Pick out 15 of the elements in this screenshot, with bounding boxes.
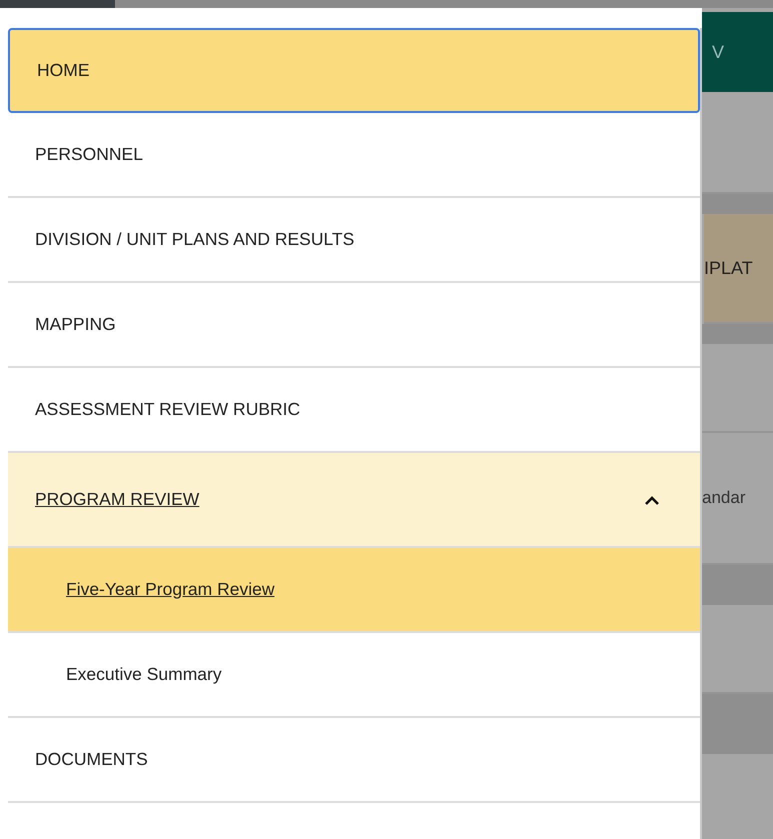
- menu-item[interactable]: HOME: [8, 28, 700, 113]
- menu-item[interactable]: PERSONNEL: [8, 113, 700, 198]
- menu-item[interactable]: DOCUMENTS: [8, 718, 700, 803]
- menu-item[interactable]: MAPPING: [8, 283, 700, 368]
- background-band: [702, 194, 773, 214]
- template-text: IPLAT: [704, 214, 773, 324]
- background-band: [702, 565, 773, 605]
- menu-item[interactable]: DIVISION / UNIT PLANS AND RESULTS: [8, 198, 700, 283]
- chevron-up-icon[interactable]: [644, 494, 660, 506]
- background-band: [702, 694, 773, 754]
- menu-item[interactable]: PROGRAM REVIEW: [8, 453, 700, 548]
- header-text: V: [702, 12, 773, 92]
- submenu-item[interactable]: Five-Year Program Review: [8, 548, 700, 633]
- submenu-item[interactable]: Executive Summary: [8, 633, 700, 718]
- background-band: [702, 324, 773, 344]
